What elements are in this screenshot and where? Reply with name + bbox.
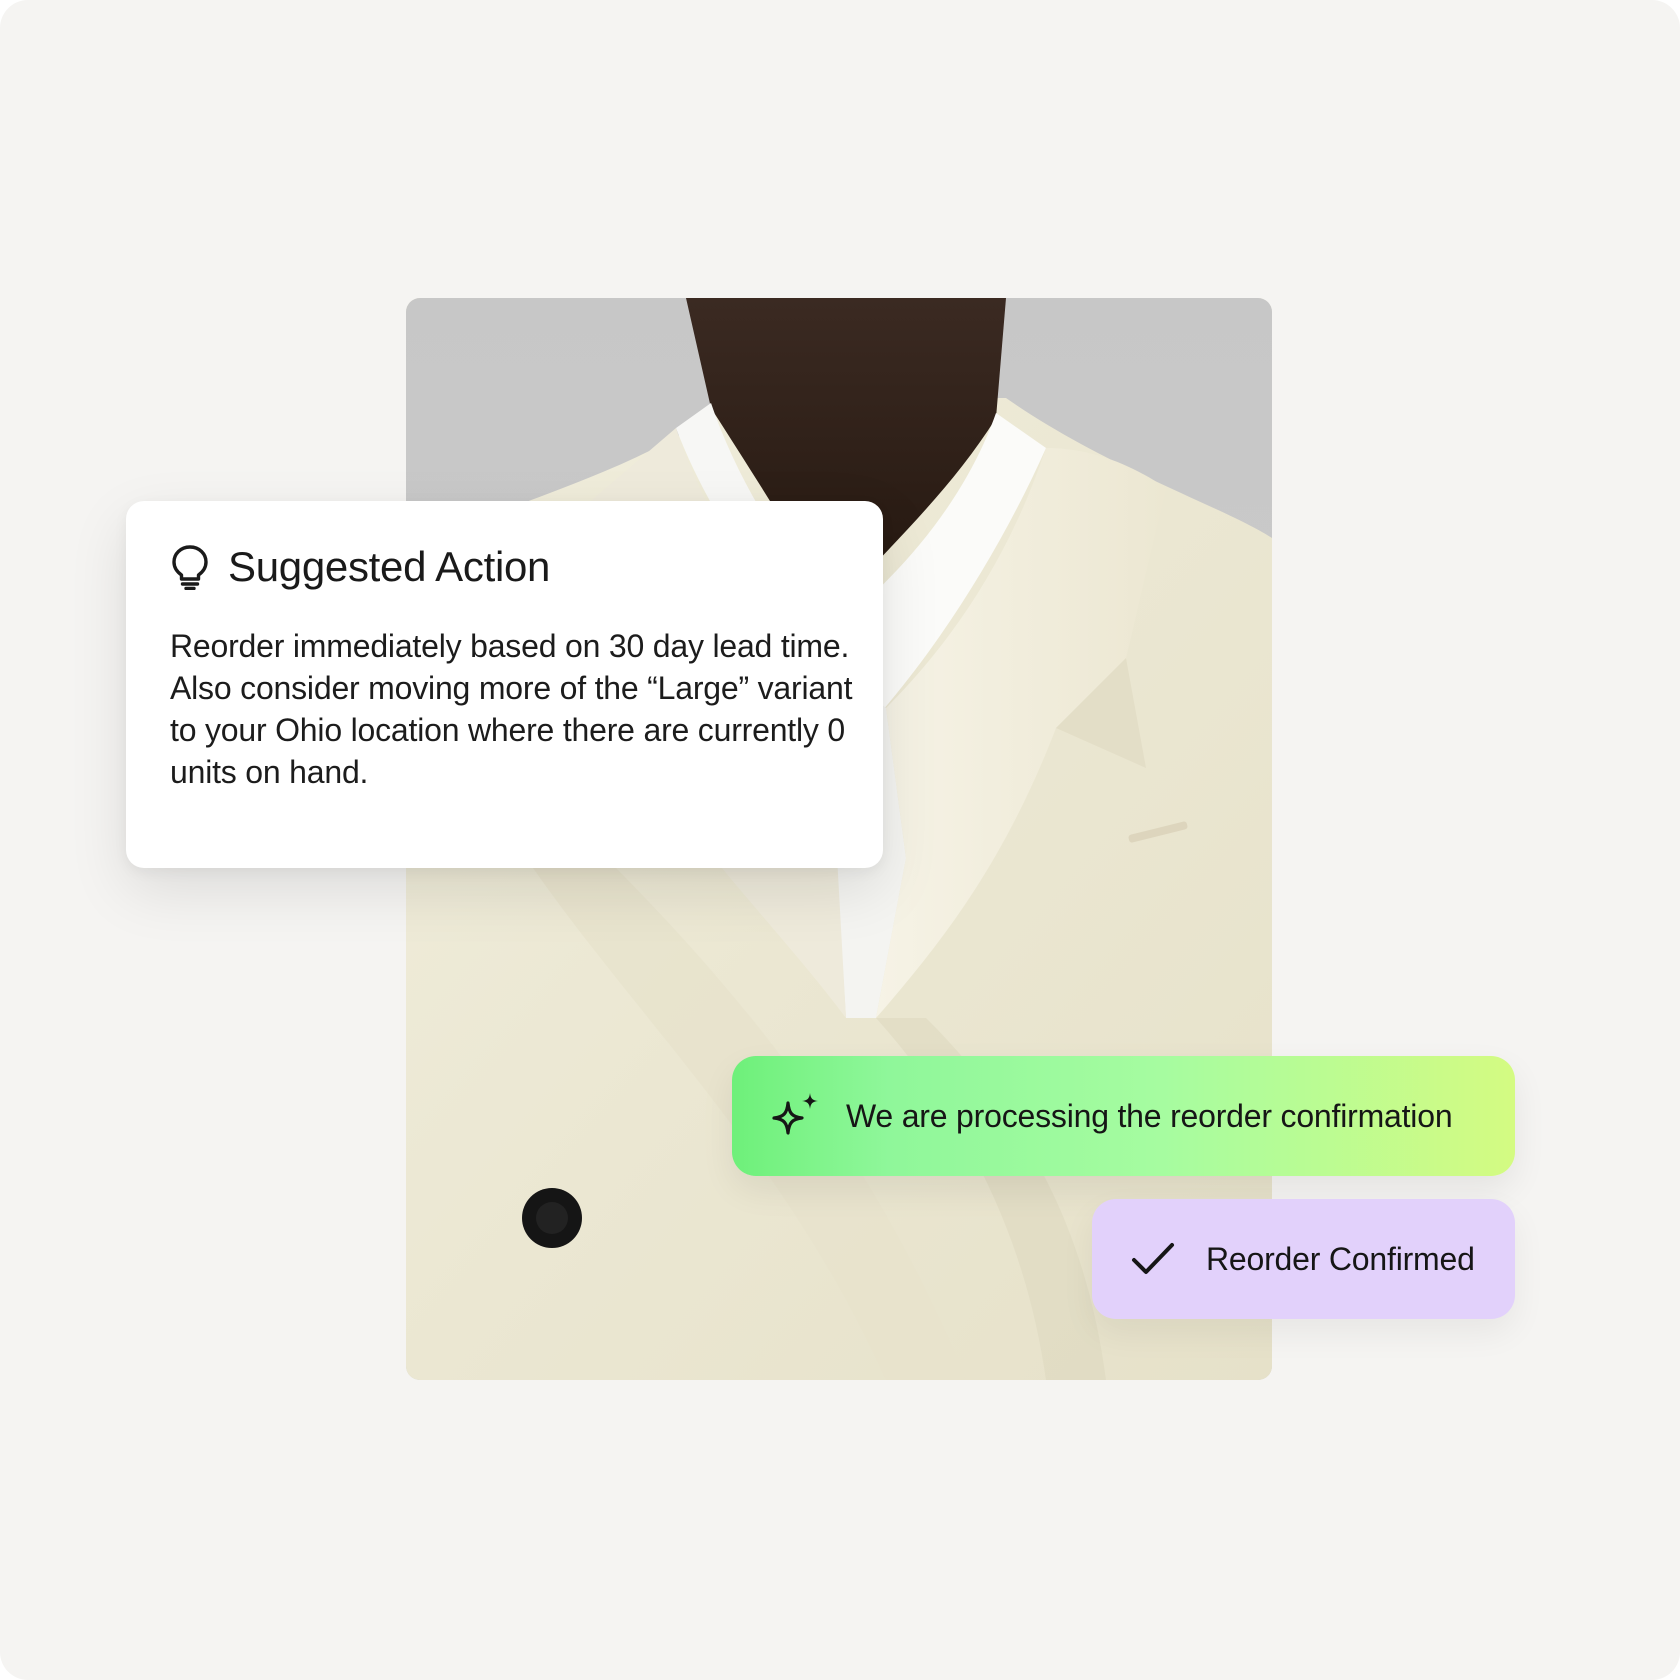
reorder-confirmed-pill: Reorder Confirmed xyxy=(1092,1199,1515,1319)
processing-status-pill: We are processing the reorder confirmati… xyxy=(732,1056,1515,1176)
suggested-action-header: Suggested Action xyxy=(170,543,843,591)
reorder-confirmed-text: Reorder Confirmed xyxy=(1206,1240,1475,1277)
lightbulb-icon xyxy=(170,544,210,591)
sparkle-icon xyxy=(768,1091,822,1141)
checkmark-icon xyxy=(1130,1239,1176,1279)
suggested-action-title: Suggested Action xyxy=(228,543,551,590)
processing-status-text: We are processing the reorder confirmati… xyxy=(846,1097,1453,1134)
suggested-action-body: Reorder immediately based on 30 day lead… xyxy=(170,628,853,790)
suggested-action-card: Suggested Action Reorder immediately bas… xyxy=(126,501,883,868)
page-canvas: Suggested Action Reorder immediately bas… xyxy=(0,0,1680,1680)
